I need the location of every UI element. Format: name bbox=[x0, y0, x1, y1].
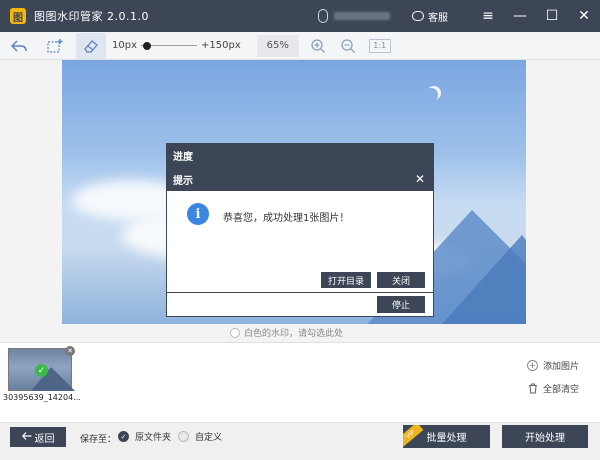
save-to-label: 保存至： bbox=[80, 435, 117, 445]
stop-button[interactable]: 停止 bbox=[377, 296, 425, 313]
bottom-bar: 返回 保存至： ✓ 原文件夹 自定义 VIP 批量处理 开始处理 bbox=[0, 422, 600, 460]
brush-size-slider[interactable] bbox=[141, 39, 197, 53]
radio-unchecked-icon bbox=[178, 431, 189, 442]
selection-rect-icon bbox=[47, 38, 63, 53]
white-watermark-hint: 白色的水印，请勾选此处 bbox=[244, 329, 344, 339]
info-icon: i bbox=[187, 203, 209, 225]
customer-service-label: 客服 bbox=[428, 12, 448, 24]
clear-all-button[interactable]: 全部清空 bbox=[527, 382, 579, 395]
brush-size-min: 10px bbox=[112, 40, 137, 51]
app-logo-icon: 图 bbox=[10, 8, 26, 24]
info-dialog-titlebar: 提示 ✕ bbox=[167, 168, 433, 191]
chat-icon bbox=[412, 11, 424, 21]
start-process-button[interactable]: 开始处理 bbox=[502, 425, 588, 448]
thumbnail-item[interactable]: ✓ bbox=[8, 348, 75, 391]
selection-tool-button[interactable] bbox=[40, 33, 70, 59]
add-circle-icon: + bbox=[527, 360, 538, 371]
title-bar-controls: 客服 ≡ — ☐ ✕ bbox=[318, 0, 600, 32]
white-watermark-radio[interactable] bbox=[230, 327, 240, 338]
back-arrow-icon bbox=[21, 431, 32, 443]
add-image-button[interactable]: + 添加图片 bbox=[527, 359, 579, 372]
app-title: 图图水印管家 2.0.1.0 bbox=[34, 10, 149, 23]
zoom-level: 65% bbox=[256, 34, 299, 57]
vip-badge: VIP bbox=[403, 425, 424, 447]
back-label: 返回 bbox=[34, 433, 55, 445]
moon-shape bbox=[424, 88, 438, 102]
minimize-button[interactable]: — bbox=[504, 0, 536, 32]
slider-handle[interactable] bbox=[143, 41, 151, 50]
close-window-button[interactable]: ✕ bbox=[568, 0, 600, 32]
remove-thumbnail-icon[interactable]: ✕ bbox=[65, 346, 75, 356]
zoom-in-button[interactable] bbox=[303, 33, 333, 59]
back-button[interactable]: 返回 bbox=[10, 427, 66, 447]
source-folder-label: 原文件夹 bbox=[135, 433, 172, 443]
info-dialog: 提示 ✕ i 恭喜您，成功处理1张图片！ 打开目录 关闭 bbox=[166, 167, 434, 293]
radio-checked-icon: ✓ bbox=[118, 431, 129, 442]
customer-service-button[interactable]: 客服 bbox=[412, 9, 448, 24]
white-watermark-option[interactable]: 白色的水印，请勾选此处 bbox=[230, 326, 343, 339]
save-option-custom[interactable]: 自定义 bbox=[178, 430, 222, 443]
clear-all-label: 全部清空 bbox=[543, 385, 580, 395]
user-icon[interactable] bbox=[318, 9, 328, 23]
progress-dialog-title: 进度 bbox=[167, 144, 433, 167]
batch-process-label: 批量处理 bbox=[426, 433, 467, 444]
dialog-close-icon[interactable]: ✕ bbox=[415, 172, 425, 186]
add-image-label: 添加图片 bbox=[543, 362, 580, 372]
title-bar: 图 图图水印管家 2.0.1.0 客服 ≡ — ☐ ✕ bbox=[0, 0, 600, 32]
toolbar: 10px +150px 65% 1:1 bbox=[0, 32, 600, 60]
success-message: 恭喜您，成功处理1张图片！ bbox=[223, 213, 350, 224]
thumbnail-filename: 30395639_14204... bbox=[3, 393, 81, 402]
undo-icon bbox=[11, 39, 27, 52]
undo-button[interactable] bbox=[4, 33, 34, 59]
eraser-tool-button[interactable] bbox=[76, 32, 106, 59]
brush-size-max: +150px bbox=[201, 40, 241, 51]
custom-label: 自定义 bbox=[195, 433, 223, 443]
eraser-icon bbox=[84, 39, 98, 53]
zoom-out-button[interactable] bbox=[333, 33, 363, 59]
mountain-shape bbox=[432, 235, 526, 324]
menu-button[interactable]: ≡ bbox=[472, 0, 504, 32]
actual-size-button[interactable]: 1:1 bbox=[368, 38, 391, 53]
close-dialog-button[interactable]: 关闭 bbox=[377, 272, 425, 288]
user-name-blurred[interactable] bbox=[334, 12, 390, 20]
zoom-in-icon bbox=[311, 38, 325, 53]
maximize-button[interactable]: ☐ bbox=[536, 0, 568, 32]
thumbnail-strip: ✓ ✕ 30395639_14204... + 添加图片 全部清空 bbox=[0, 342, 600, 422]
save-option-source-folder[interactable]: ✓ 原文件夹 bbox=[118, 430, 171, 443]
check-icon: ✓ bbox=[35, 364, 48, 377]
info-dialog-title: 提示 bbox=[173, 176, 193, 187]
batch-process-button[interactable]: VIP 批量处理 bbox=[403, 425, 490, 448]
open-directory-button[interactable]: 打开目录 bbox=[321, 272, 371, 288]
trash-icon bbox=[527, 383, 538, 394]
zoom-out-icon bbox=[341, 38, 355, 53]
